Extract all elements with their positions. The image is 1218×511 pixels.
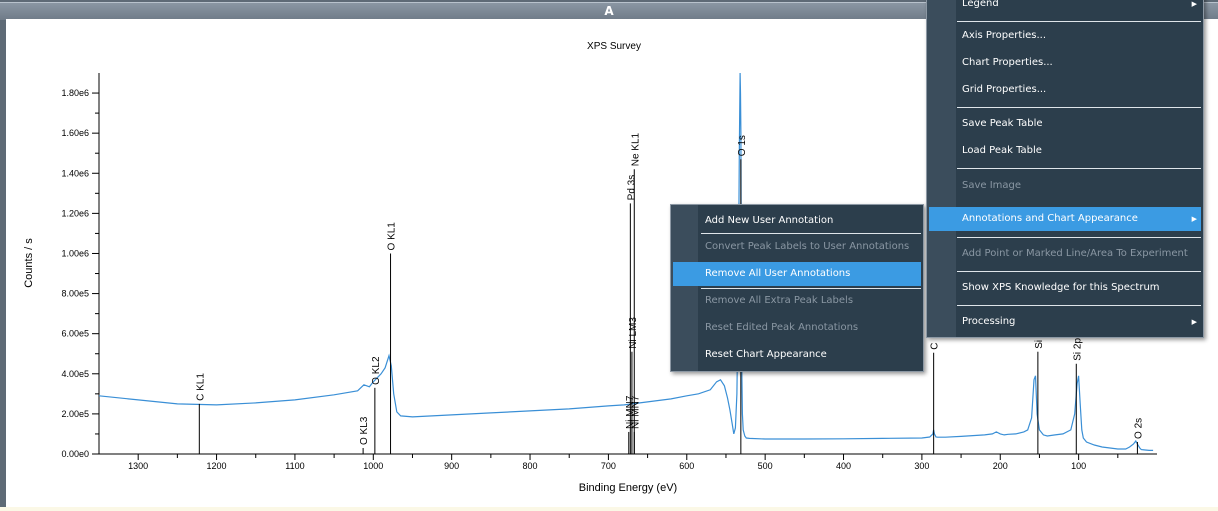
status-strip (0, 507, 1218, 511)
menu-item-legend[interactable]: Legend ▶ (929, 0, 1201, 15)
peak-label: O KL1 (387, 222, 398, 251)
menu-item-load-peak-table[interactable]: Load Peak Table (929, 140, 1201, 162)
menu-separator (957, 237, 1201, 238)
menu-item-label: Convert Peak Labels to User Annotations (705, 241, 910, 252)
x-tick-label: 800 (523, 461, 538, 471)
menu-item-label: Reset Edited Peak Annotations (705, 322, 859, 333)
peak-label: O 2s (1133, 418, 1144, 439)
peak-label: Ni MN7 (625, 395, 636, 429)
x-tick-label: 1300 (128, 461, 148, 471)
menu-separator (701, 288, 921, 289)
x-tick-label: 700 (601, 461, 616, 471)
menu-item-reset-edited-peak-annotations[interactable]: Reset Edited Peak Annotations (673, 317, 921, 339)
menu-item-label: Chart Properties... (962, 57, 1053, 68)
x-tick-label: 1100 (285, 461, 304, 471)
menu-item-axis-properties[interactable]: Axis Properties... (929, 25, 1201, 47)
menu-separator (957, 168, 1201, 169)
chart-context-menu: Legend ▶ Axis Properties... Chart Propert… (926, 0, 1204, 338)
peak-label: O 1s (737, 135, 748, 156)
peak-label: O KL2 (371, 356, 382, 385)
x-tick-label: 1000 (363, 461, 383, 471)
peak-label: Ne KL1 (630, 132, 641, 166)
menu-separator (957, 271, 1201, 272)
menu-item-label: Reset Chart Appearance (705, 349, 827, 360)
menu-item-reset-chart-appearance[interactable]: Reset Chart Appearance (673, 344, 921, 366)
x-tick-label: 1200 (207, 461, 227, 471)
menu-item-show-xps-knowledge[interactable]: Show XPS Knowledge for this Spectrum (929, 277, 1201, 299)
peak-label: C KL1 (195, 373, 206, 401)
menu-item-save-image[interactable]: Save Image (929, 175, 1201, 197)
x-tick-label: 500 (758, 461, 773, 471)
y-tick-label: 4.00e5 (61, 369, 89, 379)
menu-separator (957, 21, 1201, 22)
menu-item-annotations-and-chart-appearance[interactable]: Annotations and Chart Appearance ▶ (929, 207, 1201, 231)
menu-item-convert-peak-labels[interactable]: Convert Peak Labels to User Annotations (673, 236, 921, 258)
menu-item-add-new-user-annotation[interactable]: Add New User Annotation (673, 210, 921, 232)
menu-item-label: Processing (962, 316, 1016, 327)
submenu-arrow-icon: ▶ (1191, 215, 1197, 223)
peak-label: O KL3 (359, 416, 370, 445)
menu-item-label: Axis Properties... (962, 30, 1046, 41)
peak-label: Si 2p (1072, 338, 1083, 361)
menu-item-label: Legend (962, 0, 999, 9)
peak-label: C (930, 342, 941, 349)
y-tick-label: 1.60e6 (61, 128, 89, 138)
menu-item-label: Remove All Extra Peak Labels (705, 295, 854, 306)
menu-item-label: Load Peak Table (962, 145, 1042, 156)
menu-item-save-peak-table[interactable]: Save Peak Table (929, 113, 1201, 135)
y-tick-label: 1.20e6 (61, 208, 89, 218)
menu-item-processing[interactable]: Processing ▶ (929, 311, 1201, 333)
menu-separator (957, 107, 1201, 108)
menu-item-label: Add New User Annotation (705, 215, 834, 226)
menu-item-remove-all-extra-peak-labels[interactable]: Remove All Extra Peak Labels (673, 290, 921, 312)
x-tick-label: 100 (1071, 461, 1086, 471)
peak-label: Pd 3s (626, 175, 637, 201)
submenu-arrow-icon: ▶ (1191, 318, 1197, 326)
y-tick-label: 6.00e5 (61, 329, 89, 339)
y-tick-label: 8.00e5 (61, 289, 89, 299)
chart-title: XPS Survey (587, 41, 641, 52)
menu-item-add-point-or-marked-line[interactable]: Add Point or Marked Line/Area To Experim… (929, 243, 1201, 265)
menu-separator (701, 233, 921, 234)
x-tick-label: 600 (679, 461, 694, 471)
y-axis-label: Counts / s (23, 238, 35, 288)
y-tick-label: 1.00e6 (61, 248, 89, 258)
y-tick-label: 1.40e6 (61, 168, 89, 178)
menu-item-label: Add Point or Marked Line/Area To Experim… (962, 248, 1188, 259)
menu-item-grid-properties[interactable]: Grid Properties... (929, 79, 1201, 101)
menu-item-label: Annotations and Chart Appearance (962, 213, 1138, 224)
menu-item-label: Grid Properties... (962, 84, 1047, 95)
menu-item-label: Save Peak Table (962, 118, 1043, 129)
menu-separator (957, 305, 1201, 306)
menu-item-chart-properties[interactable]: Chart Properties... (929, 52, 1201, 74)
y-tick-label: 0.00e0 (61, 449, 89, 459)
menu-item-remove-all-user-annotations[interactable]: Remove All User Annotations (673, 262, 921, 286)
x-tick-label: 200 (993, 461, 1008, 471)
menu-item-label: Save Image (962, 180, 1022, 191)
peak-label: Ni LM3 (628, 317, 639, 349)
x-tick-label: 900 (444, 461, 459, 471)
x-tick-label: 300 (914, 461, 929, 471)
submenu-arrow-icon: ▶ (1191, 0, 1197, 8)
annotations-submenu: Add New User Annotation Convert Peak Lab… (670, 204, 924, 372)
y-tick-label: 2.00e5 (61, 409, 89, 419)
x-tick-label: 400 (836, 461, 851, 471)
y-tick-label: 1.80e6 (61, 88, 89, 98)
menu-item-label: Show XPS Knowledge for this Spectrum (962, 282, 1160, 293)
x-axis-label: Binding Energy (eV) (579, 482, 677, 494)
menu-item-label: Remove All User Annotations (705, 268, 851, 279)
